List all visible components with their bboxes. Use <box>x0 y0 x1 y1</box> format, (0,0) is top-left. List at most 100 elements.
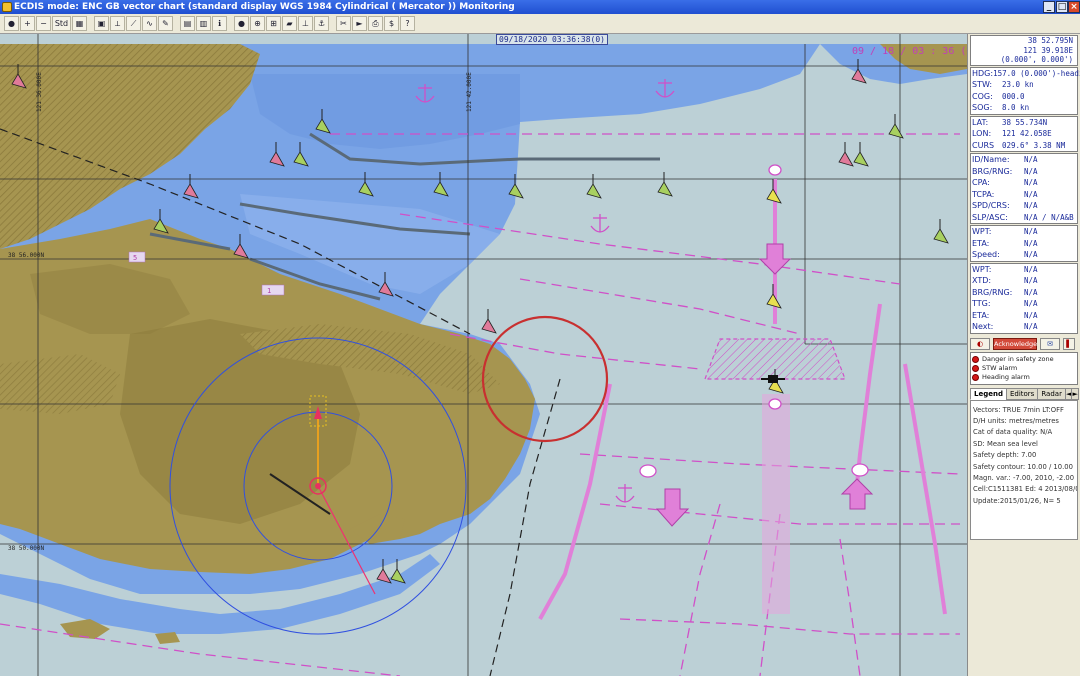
scale-label-2: 1 <box>267 287 271 295</box>
legend-line: Cell:C1511381 Ed: 4 2013/08/05 <box>973 485 1078 494</box>
target-label: TCPA: <box>972 189 995 199</box>
route-icon[interactable]: ⟋ <box>126 16 141 31</box>
ownship-label: COG: <box>972 91 993 101</box>
route-value: N/A <box>1024 322 1038 331</box>
legend-content: Vectors: TRUE 7min LT:OFF D/H units: metr… <box>970 399 1078 540</box>
chart-info-icon[interactable]: ℹ <box>212 16 227 31</box>
target-row: SLP/ASC: N/A / N/A&B <box>971 212 1077 224</box>
main-toolbar: ● + − Std ▦ ▣ ⟂ ⟋ ∿ ✎ ▤ ▥ ℹ ● ⊕ ⊞ ▰ ⊥ ⚓ ✂ ► ⎙ $? <box>0 14 1080 34</box>
target-row: SPD/CRS: N/A <box>971 200 1077 212</box>
center-ship-icon[interactable]: ⊕ <box>250 16 265 31</box>
chart-folder-icon[interactable]: ▰ <box>282 16 297 31</box>
maximize-button[interactable]: □ <box>1056 1 1068 13</box>
radar-overlay-icon[interactable]: ⊞ <box>266 16 281 31</box>
measure-icon[interactable]: ⟂ <box>110 16 125 31</box>
target-label: CPA: <box>972 178 990 187</box>
target-icon[interactable]: ● <box>234 16 249 31</box>
waypoint-row: WPT: N/A <box>971 226 1077 238</box>
info-panel: 38 52.795N 121 39.918E (0.000', 0.000') … <box>967 34 1080 676</box>
route-row: ETA: N/A <box>971 310 1077 322</box>
route-label: TTG: <box>972 299 991 308</box>
target-row: CPA: N/A <box>971 177 1077 189</box>
route-value: N/A <box>1024 264 1038 274</box>
book-icon[interactable]: ▥ <box>196 16 211 31</box>
waypoint-box: WPT: N/A ETA: N/A Speed: N/A <box>970 225 1078 262</box>
legend-line: Safety contour: 10.00 / 10.00 <box>973 462 1073 471</box>
zoom-in-icon[interactable]: + <box>20 16 35 31</box>
panel-tabs: Legend Editors Radar ◄ ► <box>970 387 1079 400</box>
alarm-list: Danger in safety zone STW alarm Heading al… <box>970 351 1078 385</box>
waypoint-value: N/A <box>1024 250 1038 259</box>
legend-line: Safety depth: 7.00 <box>973 451 1037 460</box>
chart-layers-icon[interactable]: ▦ <box>72 16 87 31</box>
alarm-indicator-icon <box>972 355 979 363</box>
cursor-value: 029.6° 3.38 NM <box>1002 140 1066 150</box>
anchor-icon[interactable]: ⚓ <box>314 16 329 31</box>
target-row: ID/Name: N/A <box>971 154 1077 166</box>
book-alarm-icon[interactable]: ▌ <box>1063 337 1075 350</box>
run-icon[interactable]: ► <box>352 16 367 31</box>
target-value: N/A <box>1024 166 1038 176</box>
lighthouse-icon[interactable]: ⊥ <box>298 16 313 31</box>
legend-line: D/H units: metres/metres <box>973 416 1059 425</box>
ownship-value: 23.0 kn <box>1002 80 1034 89</box>
target-row: TCPA: N/A <box>971 189 1077 201</box>
chart-overlay-datetime: 09 / 18 / 03 : 36 (+00) <box>852 46 967 57</box>
acknowledge-button[interactable]: Acknowledge <box>993 337 1037 350</box>
route-label: ETA: <box>972 310 990 320</box>
pencil-icon[interactable]: ✎ <box>158 16 173 31</box>
tab-editors[interactable]: Editors <box>1005 387 1039 400</box>
grid-icon[interactable]: ▤ <box>180 16 195 31</box>
waypoint-label: ETA: <box>972 238 990 248</box>
route-value: N/A <box>1024 299 1038 308</box>
waypoint-row: ETA: N/A <box>971 238 1077 250</box>
help-icon[interactable]: ? <box>400 16 415 31</box>
target-value: N/A <box>1024 155 1038 164</box>
tab-scroll-right-icon[interactable]: ► <box>1071 387 1079 400</box>
ownship-value: 8.0 kn <box>1002 103 1030 112</box>
close-button[interactable]: × <box>1068 1 1080 13</box>
track-icon[interactable]: ∿ <box>142 16 157 31</box>
waypoint-label: Speed: <box>972 250 1000 259</box>
ownship-label: STW: <box>972 80 993 89</box>
mail-icon[interactable]: ✉ <box>1040 337 1060 350</box>
print-icon[interactable]: ⎙ <box>368 16 383 31</box>
target-value: N/A <box>1024 178 1038 187</box>
cut-icon[interactable]: ✂ <box>336 16 351 31</box>
alarm-item[interactable]: STW alarm <box>972 364 1076 373</box>
cursor-label: LON: <box>972 129 992 138</box>
route-row: BRG/RNG: N/A <box>971 287 1077 299</box>
waypoint-label: WPT: <box>972 227 992 236</box>
pink-buoys <box>639 164 869 478</box>
position-box: 38 52.795N 121 39.918E (0.000', 0.000') <box>970 35 1078 66</box>
route-value: N/A <box>1024 276 1038 285</box>
ownship-label: HDG: <box>972 68 994 78</box>
alarm-item[interactable]: Heading alarm <box>972 373 1076 382</box>
route-row: Next: N/A <box>971 321 1077 333</box>
record-icon[interactable]: ● <box>4 16 19 31</box>
tab-legend[interactable]: Legend <box>970 387 1007 400</box>
position-lat: 38 52.795N <box>1027 36 1073 45</box>
alarm-silence-icon[interactable]: ◐ <box>970 337 990 350</box>
minimize-button[interactable]: _ <box>1043 1 1055 13</box>
tab-radar[interactable]: Radar <box>1037 387 1066 400</box>
chart-canvas[interactable]: 38 56.000N 38 50.000N 121 36.000E 121 42… <box>0 34 967 676</box>
legend-line: Vectors: TRUE 7min LT:OFF <box>973 405 1064 414</box>
target-label: BRG/RNG: <box>972 166 1013 176</box>
route-label: BRG/RNG: <box>972 287 1013 297</box>
chart-area[interactable]: 38 56.000N 38 50.000N 121 36.000E 121 42… <box>0 34 967 676</box>
alarm-text: STW alarm <box>982 363 1018 372</box>
traffic-lanes <box>538 179 947 620</box>
settings-icon[interactable]: $ <box>384 16 399 31</box>
zoom-out-icon[interactable]: − <box>36 16 51 31</box>
ownship-row: SOG: 8.0 kn <box>971 102 1077 114</box>
route-row: XTD: N/A <box>971 275 1077 287</box>
ownship-value: 000.0 <box>1002 91 1025 101</box>
legend-line: Magn. var.: -7.00, 2010, -2.00 <box>973 473 1075 482</box>
alarm-item[interactable]: Danger in safety zone <box>972 355 1076 364</box>
app-icon <box>2 2 12 12</box>
route-row: WPT: N/A <box>971 264 1077 276</box>
standard-display-button[interactable]: Std <box>52 16 71 31</box>
ownship-row: HDG: 157.0 (0.000')-headi <box>971 68 1080 80</box>
display-icon[interactable]: ▣ <box>94 16 109 31</box>
